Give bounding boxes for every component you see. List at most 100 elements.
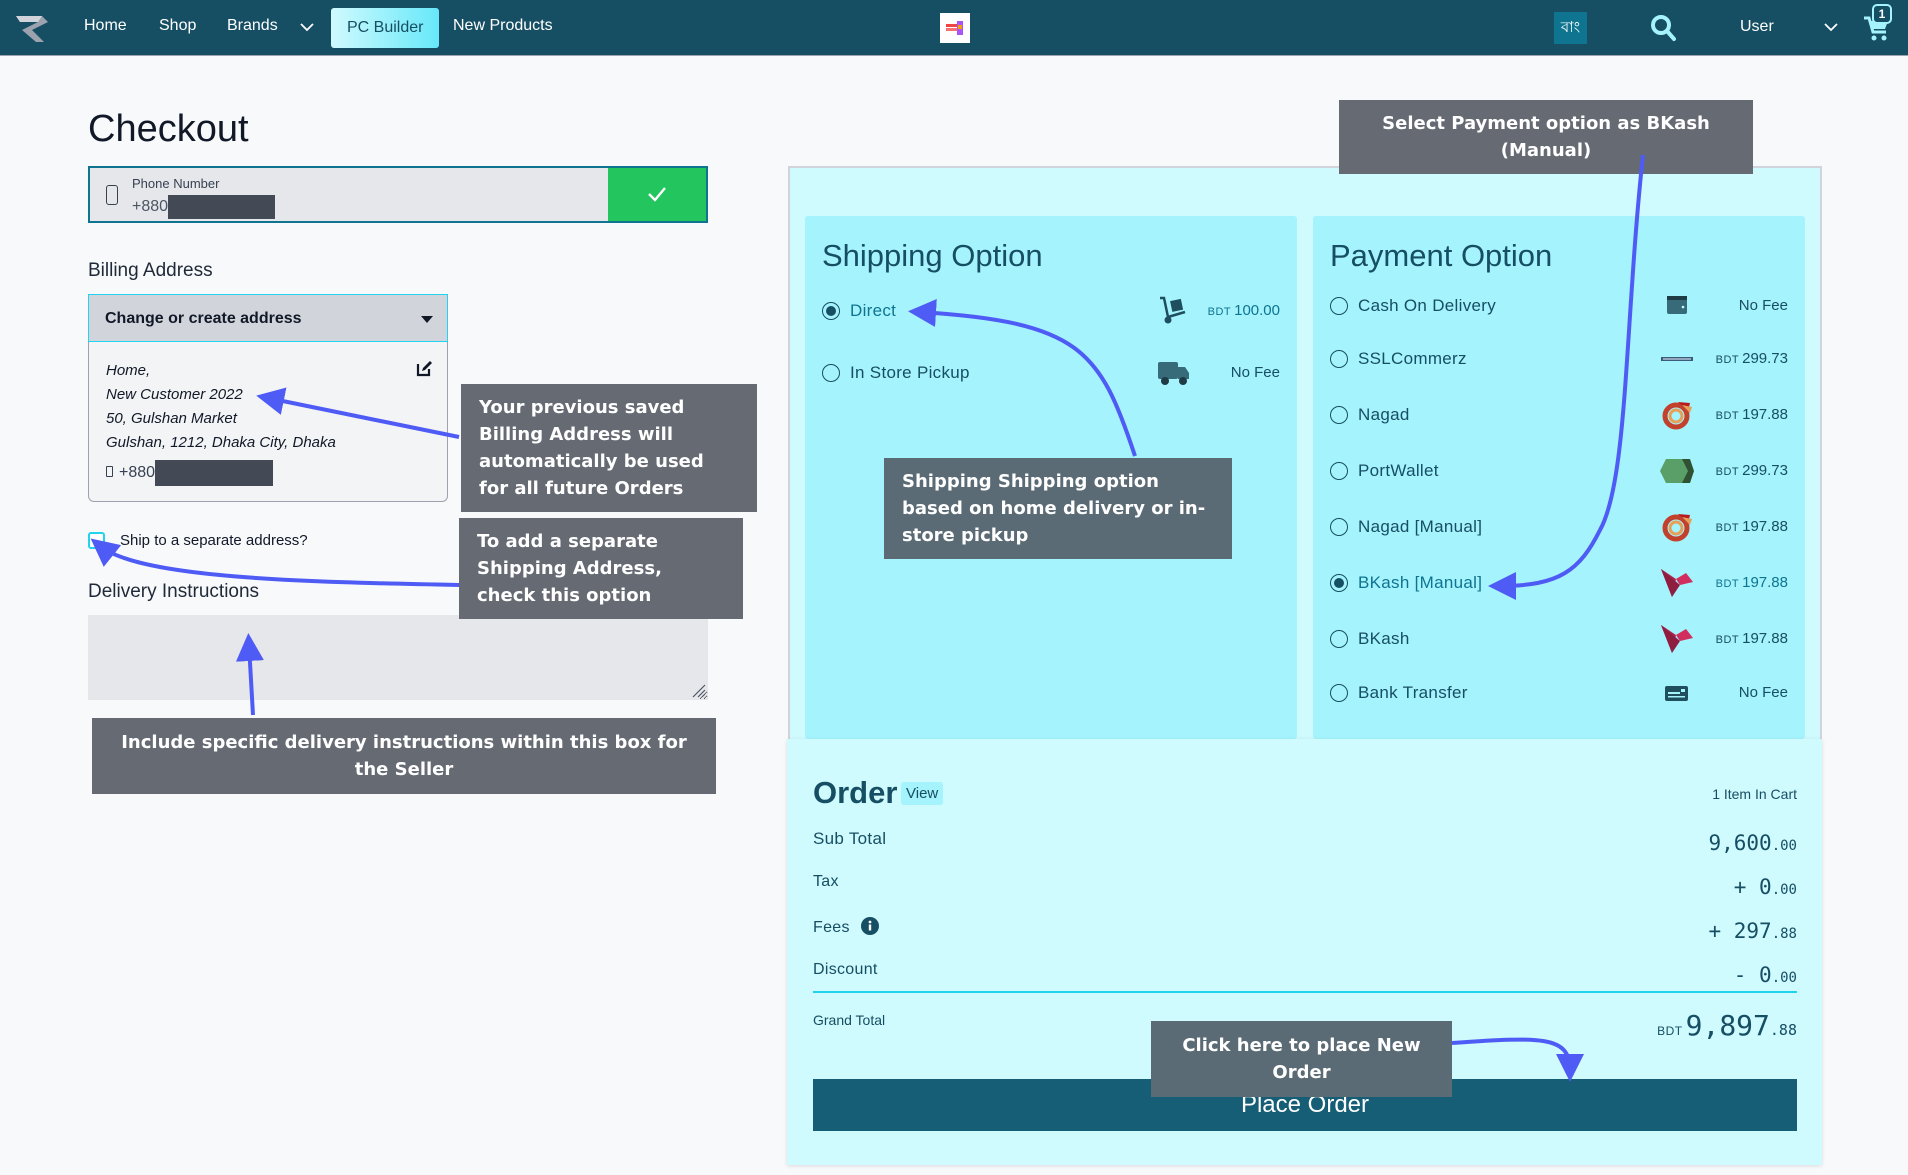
language-toggle[interactable]: বাং bbox=[1554, 12, 1587, 44]
user-menu-label[interactable]: User bbox=[1740, 18, 1774, 36]
search-icon[interactable] bbox=[1650, 13, 1678, 43]
value-dec: .00 bbox=[1771, 838, 1797, 854]
nav-pc-builder[interactable]: PC Builder bbox=[331, 8, 440, 48]
fee-value: No Fee bbox=[1738, 684, 1788, 701]
payment-option-cod[interactable]: Cash On Delivery No Fee bbox=[1330, 294, 1788, 318]
payment-option-sslcommerz[interactable]: SSLCommerz BDT 299.73 bbox=[1330, 347, 1788, 371]
phone-number-field[interactable]: Phone Number +880 bbox=[88, 166, 708, 223]
shipping-fee: BDT 100.00 bbox=[1208, 302, 1280, 319]
page-title: Checkout bbox=[88, 108, 249, 150]
top-navbar: Home Shop Brands PC Builder New Products… bbox=[0, 0, 1908, 56]
payment-option-label: PortWallet bbox=[1358, 461, 1439, 480]
value-int: 0 bbox=[1759, 875, 1772, 899]
radio-unselected[interactable] bbox=[1330, 630, 1348, 648]
payment-option-section: Payment Option Cash On Delivery No Fee S… bbox=[1313, 216, 1805, 739]
value-dec: .88 bbox=[1769, 1021, 1797, 1039]
nav-brands[interactable]: Brands bbox=[227, 17, 278, 35]
shipping-option-label: In Store Pickup bbox=[850, 363, 970, 382]
bkash-logo-icon bbox=[1661, 569, 1693, 597]
ship-separate-label[interactable]: Ship to a separate address? bbox=[120, 532, 308, 549]
shipping-hint-callout: Shipping Shipping option based on home d… bbox=[884, 458, 1232, 559]
payment-option-nagad[interactable]: Nagad BDT 197.88 bbox=[1330, 402, 1788, 430]
currency-label: BDT bbox=[1657, 1024, 1683, 1038]
radio-unselected[interactable] bbox=[1330, 684, 1348, 702]
currency-label: BDT bbox=[1715, 354, 1740, 366]
payment-fee: BDT 299.73 bbox=[1716, 462, 1788, 479]
grand-total-value: BDT 9,897.88 bbox=[1657, 1009, 1797, 1042]
nav-shop[interactable]: Shop bbox=[159, 17, 196, 35]
address-line: 50, Gulshan Market bbox=[106, 410, 237, 427]
bkash-logo-icon bbox=[1661, 625, 1693, 653]
edit-icon[interactable] bbox=[416, 360, 433, 377]
fees-value: + 297.88 bbox=[1708, 919, 1797, 943]
address-phone: +880 bbox=[106, 460, 274, 486]
radio-selected[interactable] bbox=[822, 302, 840, 320]
discount-label: Discount bbox=[813, 961, 878, 978]
payment-fee: BDT 197.88 bbox=[1716, 574, 1788, 591]
discount-value: - 0.00 bbox=[1734, 963, 1797, 987]
payment-option-label: Cash On Delivery bbox=[1358, 296, 1497, 315]
radio-unselected[interactable] bbox=[1330, 297, 1348, 315]
delivery-truck-icon bbox=[1158, 362, 1189, 385]
tax-value: + 0.00 bbox=[1734, 875, 1797, 899]
currency-label: BDT bbox=[1715, 578, 1740, 590]
payment-fee: No Fee bbox=[1736, 684, 1788, 701]
fee-value: 197.88 bbox=[1742, 406, 1788, 423]
payment-fee: BDT 299.73 bbox=[1716, 350, 1788, 367]
brand-logo-icon[interactable] bbox=[14, 12, 50, 44]
radio-unselected[interactable] bbox=[1330, 350, 1348, 368]
fees-label-text: Fees bbox=[813, 919, 850, 936]
radio-unselected[interactable] bbox=[1330, 518, 1348, 536]
sign: + bbox=[1733, 875, 1760, 899]
nav-new-products[interactable]: New Products bbox=[453, 17, 553, 35]
payment-option-bank-transfer[interactable]: Bank Transfer No Fee bbox=[1330, 681, 1788, 705]
value-dec: .88 bbox=[1771, 926, 1797, 942]
fee-value: 299.73 bbox=[1742, 462, 1788, 479]
info-icon[interactable] bbox=[860, 917, 879, 935]
payment-fee: BDT 197.88 bbox=[1716, 406, 1788, 423]
payment-option-label: BKash [Manual] bbox=[1358, 573, 1483, 592]
chevron-down-icon[interactable] bbox=[298, 18, 316, 36]
address-line: New Customer 2022 bbox=[106, 386, 243, 403]
user-chevron-down-icon[interactable] bbox=[1822, 18, 1840, 36]
payment-option-bkash-manual[interactable]: BKash [Manual] BDT 197.88 bbox=[1330, 569, 1788, 597]
address-select-dropdown[interactable]: Change or create address bbox=[88, 294, 448, 342]
check-icon bbox=[648, 187, 666, 202]
caret-down-icon bbox=[421, 316, 433, 323]
delivery-instructions-input[interactable] bbox=[88, 615, 708, 700]
fees-label: Fees bbox=[813, 917, 879, 937]
phone-confirm-button[interactable] bbox=[608, 168, 706, 221]
shipping-option-title: Shipping Option bbox=[822, 238, 1043, 273]
ship-separate-checkbox[interactable] bbox=[88, 532, 105, 549]
phone-prefix: +880 bbox=[132, 198, 169, 216]
radio-unselected[interactable] bbox=[1330, 406, 1348, 424]
view-order-button[interactable]: View bbox=[901, 782, 944, 805]
nagad-logo-icon bbox=[1662, 402, 1692, 430]
delivery-hint-callout: Include specific delivery instructions w… bbox=[92, 718, 716, 794]
resize-grip-icon[interactable] bbox=[690, 682, 706, 698]
fee-value: No Fee bbox=[1738, 297, 1788, 314]
fee-value: 197.88 bbox=[1742, 518, 1788, 535]
payment-option-nagad-manual[interactable]: Nagad [Manual] BDT 197.88 bbox=[1330, 514, 1788, 542]
shipping-option-store-pickup[interactable]: In Store Pickup No Fee bbox=[822, 361, 1280, 385]
redacted-phone bbox=[168, 195, 276, 219]
store-logo-icon[interactable] bbox=[940, 13, 970, 43]
nav-home[interactable]: Home bbox=[84, 17, 127, 35]
payment-option-portwallet[interactable]: PortWallet BDT 299.73 bbox=[1330, 459, 1788, 483]
hand-truck-icon bbox=[1160, 296, 1186, 324]
address-select-label: Change or create address bbox=[105, 310, 302, 327]
shipping-option-direct[interactable]: Direct BDT 100.00 bbox=[822, 296, 1280, 324]
phone-number-value[interactable]: +880 bbox=[132, 195, 276, 219]
redacted-phone bbox=[155, 460, 274, 486]
billing-address-card: Home, New Customer 2022 50, Gulshan Mark… bbox=[88, 342, 448, 502]
tax-label: Tax bbox=[813, 873, 839, 890]
order-title: Order bbox=[813, 775, 898, 810]
payment-option-label: Nagad [Manual] bbox=[1358, 517, 1483, 536]
payment-option-label: Bank Transfer bbox=[1358, 683, 1468, 702]
payment-option-bkash[interactable]: BKash BDT 197.88 bbox=[1330, 625, 1788, 653]
radio-unselected[interactable] bbox=[1330, 462, 1348, 480]
radio-unselected[interactable] bbox=[822, 364, 840, 382]
radio-selected[interactable] bbox=[1330, 574, 1348, 592]
mobile-phone-icon bbox=[106, 466, 113, 478]
value-dec: .00 bbox=[1771, 970, 1797, 986]
